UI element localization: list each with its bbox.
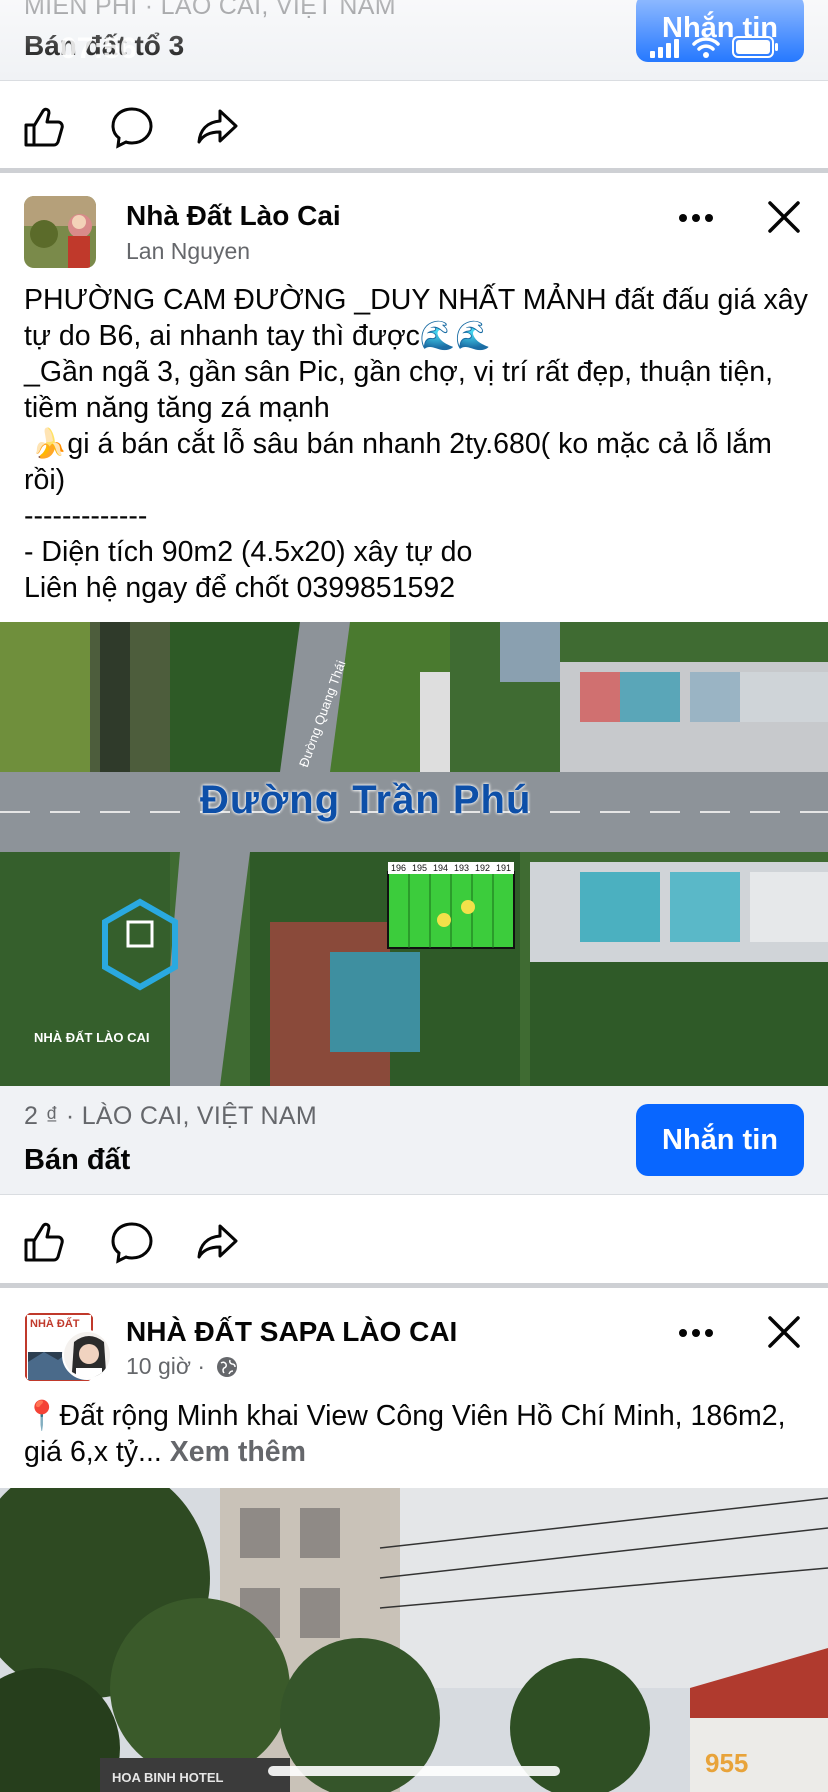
post-separator	[0, 1283, 828, 1288]
badge-text: 955	[705, 1748, 749, 1778]
close-icon[interactable]	[762, 1310, 806, 1354]
post-time: 10 giờ ·	[126, 1353, 239, 1380]
share-icon[interactable]	[196, 1220, 240, 1264]
listing-price-location: 2 ₫ · LÀO CAI, VIỆT NAM	[24, 1102, 317, 1130]
lot-numbers: 196 195 194 193 192 191	[388, 862, 514, 874]
road-label: Đường Trần Phú	[200, 778, 532, 822]
page-name[interactable]: NHÀ ĐẤT SAPA LÀO CAI	[126, 1316, 457, 1348]
post-photo-aerial[interactable]: Đường Trần Phú Đường Quang Thái NHÀ ĐẤT …	[0, 622, 828, 1086]
divider	[0, 80, 828, 81]
listing-title: Bán đất	[24, 1144, 131, 1176]
more-icon	[679, 1329, 713, 1337]
like-icon[interactable]	[22, 1220, 66, 1264]
lot-number: 194	[432, 863, 449, 873]
battery-icon	[732, 36, 778, 58]
signal-icon	[650, 39, 679, 58]
more-options-button[interactable]	[672, 1313, 720, 1353]
share-icon[interactable]	[196, 105, 240, 149]
lot-number: 196	[390, 863, 407, 873]
message-button[interactable]: Nhắn tin	[636, 1104, 804, 1176]
avatar-text: NHÀ ĐẤT	[30, 1318, 80, 1330]
more-icon	[679, 214, 713, 222]
wifi-icon	[692, 37, 720, 58]
listing-location: MIỄN PHÍ · LÀO CAI, VIỆT NAM	[24, 0, 396, 20]
comment-icon[interactable]	[110, 105, 154, 149]
page-avatar[interactable]	[24, 196, 96, 268]
watermark-logo-text: NHÀ ĐẤT LÀO CAI	[34, 1030, 150, 1045]
page-name[interactable]: Nhà Đất Lào Cai	[126, 200, 341, 232]
profile-avatar[interactable]	[62, 1330, 112, 1380]
globe-icon	[217, 1357, 238, 1377]
close-icon[interactable]	[762, 195, 806, 239]
divider	[0, 1194, 828, 1195]
post-separator	[0, 168, 828, 173]
comment-icon[interactable]	[110, 1220, 154, 1264]
post-actions	[0, 87, 828, 163]
post-text: PHƯỜNG CAM ĐƯỜNG _DUY NHẤT MẢNH đất đấu …	[24, 284, 808, 604]
home-indicator[interactable]	[268, 1766, 560, 1776]
lot-number: 191	[495, 863, 512, 873]
listing-bar: 2 ₫ · LÀO CAI, VIỆT NAM Bán đất Nhắn tin	[0, 1086, 828, 1194]
see-more-link[interactable]: Xem thêm	[170, 1436, 306, 1468]
like-icon[interactable]	[22, 105, 66, 149]
lot-number: 193	[453, 863, 470, 873]
post-photo-street[interactable]: HOA BINH HOTEL 955	[0, 1488, 828, 1792]
author-name[interactable]: Lan Nguyen	[126, 238, 250, 265]
status-time: 07:56	[60, 32, 137, 65]
lot-number: 195	[411, 863, 428, 873]
more-options-button[interactable]	[672, 198, 720, 238]
status-icons	[650, 36, 780, 58]
post-text: 📍Đất rộng Minh khai View Công Viên Hồ Ch…	[24, 1398, 814, 1470]
post-actions	[0, 1202, 828, 1278]
post-text-body: 📍Đất rộng Minh khai View Công Viên Hồ Ch…	[24, 1400, 794, 1468]
lot-number: 192	[474, 863, 491, 873]
post-time-text: 10 giờ ·	[126, 1353, 206, 1379]
hotel-sign-text: HOA BINH HOTEL	[112, 1770, 224, 1785]
